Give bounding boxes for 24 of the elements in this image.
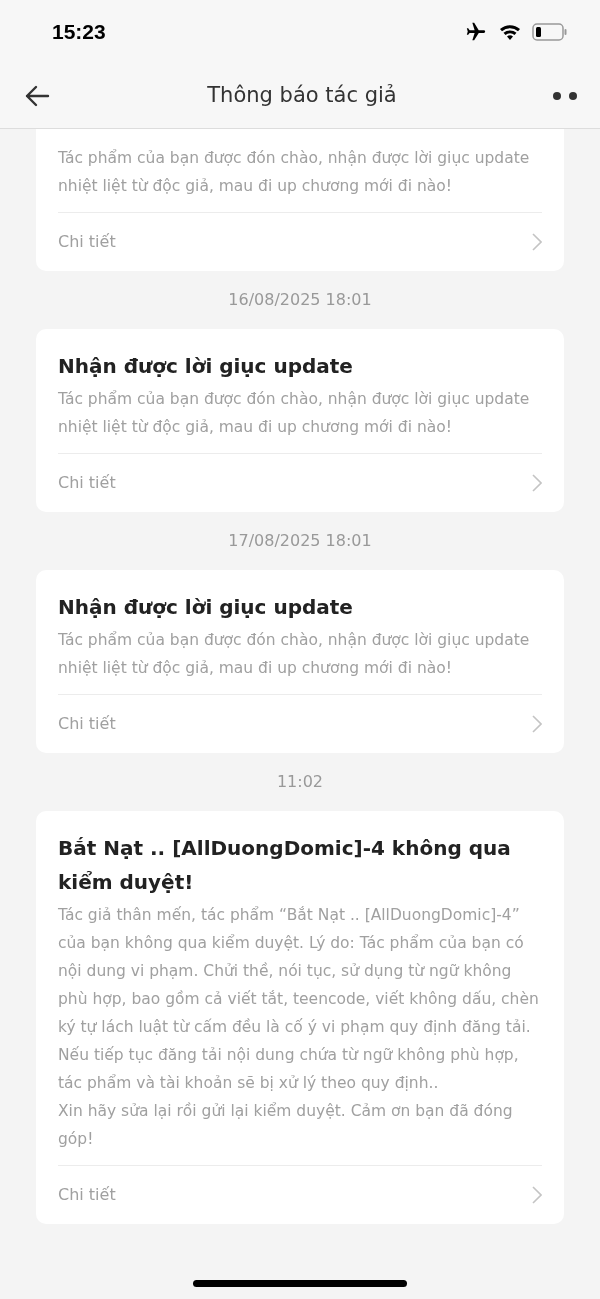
chevron-right-icon	[532, 715, 542, 733]
notification-body: Tác phẩm của bạn được đón chào, nhận được lời giục update nhiệt liệt từ độc giả, mau đi up chương mới đi nào!	[58, 148, 531, 197]
timestamp: 16/08/2025 18:01	[228, 289, 372, 311]
chevron-right-icon	[532, 233, 542, 251]
details-link[interactable]: Chi tiết	[58, 695, 542, 753]
timestamp: 17/08/2025 18:01	[228, 530, 372, 552]
notification-title: Bắt Nạt .. [AllDuongDomic]-4 không qua kiểm duyệt!	[58, 835, 512, 896]
chevron-right-icon	[532, 474, 542, 492]
notification-title: Nhận được lời giục update	[58, 353, 354, 380]
details-link[interactable]: Chi tiết	[58, 454, 542, 512]
wifi-icon	[498, 22, 522, 42]
chevron-right-icon	[532, 1186, 542, 1204]
battery-icon	[532, 23, 568, 41]
status-time: 15:23	[52, 19, 106, 46]
notification-body: Tác phẩm của bạn được đón chào, nhận được lời giục update nhiệt liệt từ độc giả, mau đi up chương mới đi nào!	[58, 389, 531, 438]
more-icon[interactable]	[552, 91, 578, 101]
notification-body: Tác phẩm của bạn được đón chào, nhận được lời giục update nhiệt liệt từ độc giả, mau đi up chương mới đi nào!	[58, 630, 531, 679]
notification-body: Tác giả thân mến, tác phẩm “Bắt Nạt .. [AllDuongDomic]-4” của bạn không qua kiểm duyệt. Lý do: Tác phẩm của bạn có nội dung vi phạm. Chửi thề, nói tục, sử dụng từ ngữ không phù hợp, bao gồm cả viết tắt, teencode, viết không dấu, chèn ký tự lách luật từ cấm đều là cố ý vi phạm quy định đăng tải. Nếu tiếp tục đăng tải nội dung chứa từ ngữ không phù hợp, tác phẩm và tài khoản sẽ bị xử lý theo quy định.. Xin hãy sửa lại rồi gửi lại kiểm duyệt. Cảm ơn bạn đã đóng góp!	[58, 905, 540, 1150]
timestamp: 11:02	[276, 771, 324, 793]
details-link[interactable]: Chi tiết	[58, 1166, 542, 1224]
page-title: Thông báo tác giả	[207, 82, 397, 110]
airplane-icon	[464, 21, 488, 43]
notification-title: Nhận được lời giục update	[58, 594, 354, 621]
details-link[interactable]: Chi tiết	[58, 213, 542, 271]
